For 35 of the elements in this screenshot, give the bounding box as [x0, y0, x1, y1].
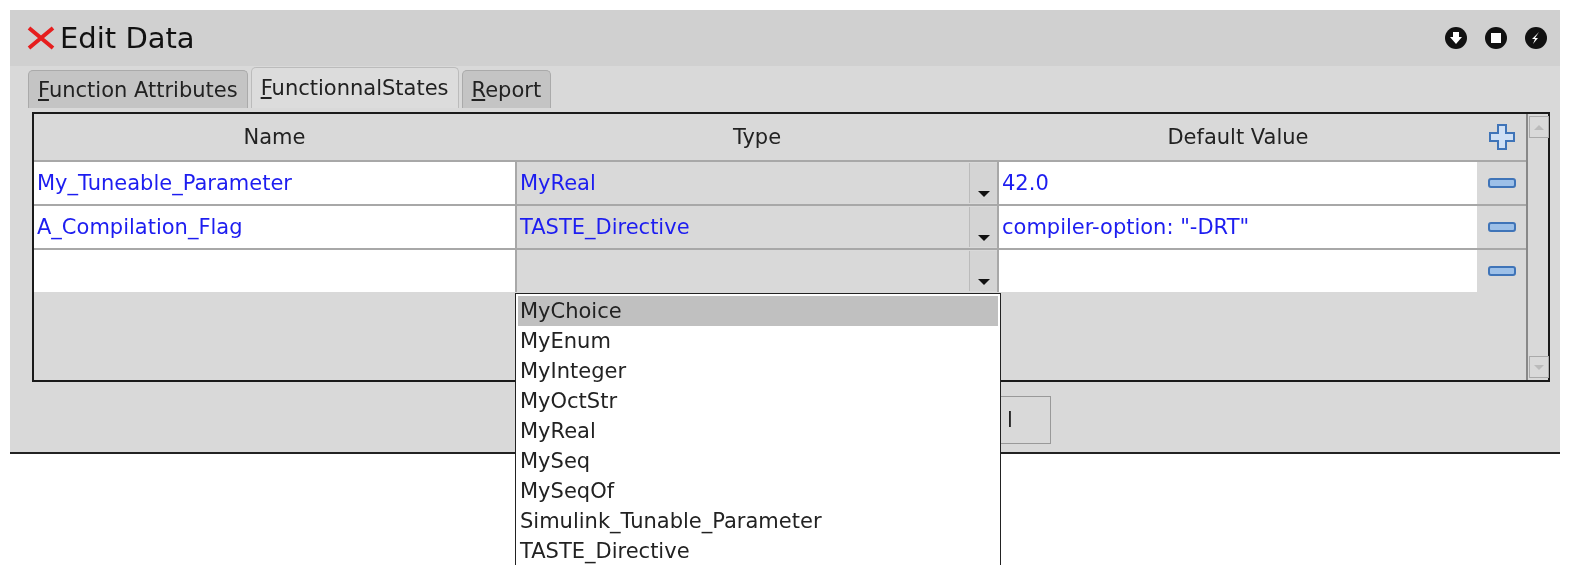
dropdown-option[interactable]: MyOctStr [518, 386, 998, 416]
dropdown-option[interactable]: MyEnum [518, 326, 998, 356]
dropdown-option[interactable]: Simulink_Tunable_Parameter [518, 506, 998, 536]
type-combobox[interactable]: MyReal [515, 162, 999, 204]
remove-icon[interactable] [1487, 266, 1516, 276]
dropdown-icon[interactable] [969, 163, 997, 203]
maximize-icon[interactable] [1484, 26, 1508, 50]
add-icon[interactable] [1488, 124, 1515, 150]
remove-icon[interactable] [1487, 178, 1516, 188]
dropdown-icon[interactable] [969, 207, 997, 247]
dropdown-option[interactable]: MyReal [518, 416, 998, 446]
dropdown-option[interactable]: TASTE_Directive [518, 536, 998, 565]
dropdown-icon[interactable] [969, 251, 997, 291]
dropdown-option[interactable]: MySeq [518, 446, 998, 476]
dropdown-option[interactable]: MySeqOf [518, 476, 998, 506]
dropdown-option[interactable]: MyInteger [518, 356, 998, 386]
column-header: Type [731, 125, 783, 149]
tab[interactable]: FunctionnalStates [250, 67, 459, 108]
column-header: Name [242, 125, 307, 149]
dropdown-option[interactable]: MyChoice [518, 296, 998, 326]
tab[interactable]: Report [461, 70, 552, 108]
tab[interactable]: Function Attributes [28, 70, 248, 108]
column-header: Default Value [1166, 125, 1310, 149]
name-field[interactable] [34, 250, 515, 292]
default-value-field[interactable] [999, 250, 1477, 292]
dropdown-menu[interactable]: MyChoice MyEnum MyInteger MyOctStr MyReal MySeq MySeqOf Simulink_Tunable_Parameter TASTE_Directive [515, 293, 1001, 565]
name-field[interactable]: A_Compilation_Flag [34, 206, 515, 248]
window-title: Edit Data [60, 21, 196, 55]
dialog-button[interactable]: l [1001, 396, 1051, 444]
default-value-field[interactable]: 42.0 [999, 162, 1477, 204]
type-combobox[interactable]: TASTE_Directive [515, 206, 999, 248]
minimize-icon[interactable] [1444, 26, 1468, 50]
default-value-field[interactable]: compiler-option: "-DRT" [999, 206, 1477, 248]
remove-icon[interactable] [1487, 222, 1516, 232]
name-field[interactable]: My_Tuneable_Parameter [34, 162, 515, 204]
